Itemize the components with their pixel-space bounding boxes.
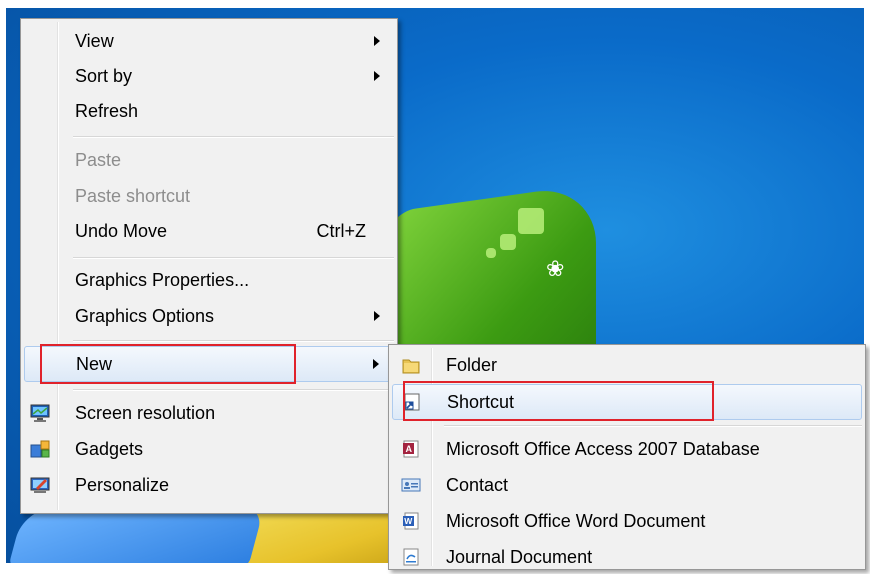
menu-item-label: Paste shortcut xyxy=(75,186,191,206)
journal-document-icon xyxy=(401,547,421,567)
annotation-highlight-new xyxy=(40,344,296,384)
menu-item-screen-resolution[interactable]: Screen resolution xyxy=(24,396,394,430)
gadgets-icon xyxy=(30,439,50,459)
menu-separator xyxy=(73,389,394,391)
menu-item-label: Personalize xyxy=(75,475,170,495)
butterfly-icon: ❀ xyxy=(546,256,565,281)
svg-text:W: W xyxy=(404,516,413,526)
desktop-context-menu: View Sort by Refresh Paste Paste shortcu… xyxy=(20,18,398,514)
menu-item-label: Contact xyxy=(446,475,509,495)
submenu-arrow-icon xyxy=(373,359,379,369)
menu-item-paste-shortcut[interactable]: Paste shortcut xyxy=(24,179,394,213)
menu-separator xyxy=(444,425,862,427)
wallpaper-hex-dot xyxy=(486,248,496,258)
annotation-highlight-shortcut xyxy=(403,381,714,421)
menu-item-label: Paste xyxy=(75,150,122,170)
menu-item-label: View xyxy=(75,31,114,51)
menu-item-undo-move[interactable]: Undo Move Ctrl+Z xyxy=(24,214,394,248)
access-database-icon: A xyxy=(401,439,421,459)
folder-icon xyxy=(401,355,421,375)
word-document-icon: W xyxy=(401,511,421,531)
menu-item-label: Refresh xyxy=(75,101,139,121)
wallpaper-hex-dot xyxy=(518,208,544,234)
submenu-arrow-icon xyxy=(374,71,380,81)
submenu-item-word-document[interactable]: W Microsoft Office Word Document xyxy=(392,504,862,538)
personalize-icon xyxy=(30,475,50,495)
menu-item-label: Sort by xyxy=(75,66,133,86)
menu-item-label: Gadgets xyxy=(75,439,144,459)
menu-separator xyxy=(73,136,394,138)
submenu-arrow-icon xyxy=(374,311,380,321)
menu-item-label: Graphics Options xyxy=(75,306,215,326)
new-submenu: Folder Shortcut A Microsoft Office Acces… xyxy=(388,344,866,570)
shortcut-hint: Ctrl+Z xyxy=(316,221,367,241)
menu-item-label: Folder xyxy=(446,355,498,375)
submenu-item-contact[interactable]: Contact xyxy=(392,468,862,502)
menu-item-label: Undo Move xyxy=(75,221,168,241)
menu-item-sort-by[interactable]: Sort by xyxy=(24,59,394,93)
svg-text:A: A xyxy=(406,444,413,454)
menu-item-label: Microsoft Office Access 2007 Database xyxy=(446,439,760,459)
menu-item-label: Screen resolution xyxy=(75,403,216,423)
wallpaper-blue-flag xyxy=(7,508,265,563)
screen-resolution-icon xyxy=(30,403,50,423)
menu-item-label: Graphics Properties... xyxy=(75,270,250,290)
menu-separator xyxy=(73,257,394,259)
menu-item-paste[interactable]: Paste xyxy=(24,143,394,177)
menu-item-graphics-properties[interactable]: Graphics Properties... xyxy=(24,263,394,297)
menu-item-label: Microsoft Office Word Document xyxy=(446,511,706,531)
submenu-arrow-icon xyxy=(374,36,380,46)
menu-item-gadgets[interactable]: Gadgets xyxy=(24,432,394,466)
submenu-item-folder[interactable]: Folder xyxy=(392,348,862,382)
submenu-item-access-database[interactable]: A Microsoft Office Access 2007 Database xyxy=(392,432,862,466)
menu-item-view[interactable]: View xyxy=(24,24,394,58)
menu-separator xyxy=(73,340,394,342)
menu-item-personalize[interactable]: Personalize xyxy=(24,468,394,502)
wallpaper-hex-dot xyxy=(500,234,516,250)
menu-item-label: Journal Document xyxy=(446,547,593,567)
submenu-item-journal-document[interactable]: Journal Document xyxy=(392,540,862,574)
contact-card-icon xyxy=(401,475,421,495)
menu-item-graphics-options[interactable]: Graphics Options xyxy=(24,299,394,333)
menu-item-refresh[interactable]: Refresh xyxy=(24,94,394,128)
